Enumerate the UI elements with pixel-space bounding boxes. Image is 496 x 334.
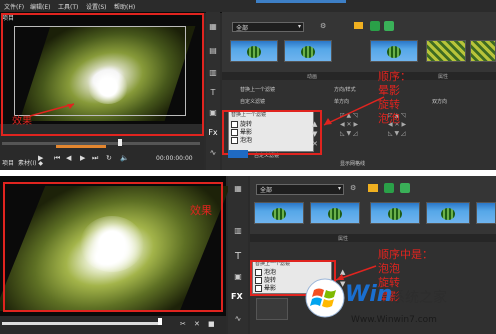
- annotation-arrow-top: [29, 103, 75, 117]
- menu-settings[interactable]: 设置(S): [86, 2, 107, 11]
- top-transport-bar: ▶ ⏮ ◀ ▶ ⏭ ↻ 🔈 00:00:00:00 项目 素材(I) ◆: [0, 136, 204, 170]
- annotation-effect-bottom: 效果: [190, 204, 212, 217]
- bottom-fx-icon[interactable]: FX: [231, 292, 243, 301]
- library-view-icon-2[interactable]: [384, 21, 394, 31]
- bottom-clip-thumb: [256, 298, 288, 320]
- bottom-tabs-row: 属性: [250, 234, 496, 242]
- top-library-panel: 全部 ▾ ⚙: [222, 12, 496, 72]
- bottom-transition-icon[interactable]: ▥: [233, 226, 243, 235]
- menu-edit[interactable]: 编辑(E): [30, 2, 50, 11]
- top-playhead[interactable]: [118, 139, 122, 146]
- top-project-tab[interactable]: 项目: [2, 160, 14, 168]
- bottom-filter-thumb-5[interactable]: [476, 202, 496, 224]
- top-screenshot: 文件(F) 编辑(E) 工具(T) 设置(S) 帮助(H) 项目 效果 ▶ ⏮ …: [0, 0, 496, 170]
- show-grid-option[interactable]: 显示网格线: [340, 160, 365, 167]
- bottom-close-icon[interactable]: ✕: [194, 320, 200, 328]
- graphics-icon[interactable]: ▣: [208, 108, 218, 117]
- bottom-filter-thumb-4[interactable]: [426, 202, 470, 224]
- bottom-transport-bar: ✂ ✕ ■: [0, 316, 226, 334]
- bottom-library-view-icon-2[interactable]: [400, 183, 410, 193]
- top-fx-badge: [228, 150, 248, 158]
- library-folder-icon[interactable]: [354, 22, 363, 29]
- bottom-title-icon[interactable]: T: [233, 252, 243, 262]
- volume-icon[interactable]: 🔈: [120, 154, 129, 162]
- library-add-icon[interactable]: ⚙: [320, 22, 330, 30]
- bottom-tool-strip: ▦ ▥ T ▣ FX ∿: [228, 176, 248, 334]
- bottom-filter-thumb-2[interactable]: [310, 202, 360, 224]
- menu-help[interactable]: 帮助(H): [114, 2, 135, 11]
- forward-icon[interactable]: ▶: [80, 154, 85, 162]
- top-clip-tab[interactable]: 素材(I) ◆: [18, 160, 43, 168]
- path-icon[interactable]: ∿: [208, 148, 218, 157]
- top-library-dropdown[interactable]: 全部 ▾: [232, 22, 304, 32]
- tab-attributes[interactable]: 属性: [438, 73, 448, 80]
- filter-thumb-1[interactable]: [230, 40, 278, 62]
- bottom-path-icon[interactable]: ∿: [233, 314, 243, 323]
- filter-thumb-4[interactable]: [426, 40, 466, 62]
- library-view-icon-1[interactable]: [370, 21, 380, 31]
- bottom-cut-icon[interactable]: ✂: [180, 320, 186, 328]
- filter-fx-icon[interactable]: Fx: [208, 128, 218, 137]
- bottom-playhead[interactable]: [158, 318, 162, 325]
- menu-file[interactable]: 文件(F): [4, 2, 24, 11]
- bottom-library-folder-icon[interactable]: [368, 184, 378, 192]
- top-tool-strip: ▦ ▤ ▥ T ▣ Fx ∿: [206, 12, 220, 170]
- bottom-graphics-icon[interactable]: ▣: [233, 272, 243, 281]
- direction-label: 方向/样式: [334, 87, 356, 93]
- custom-filter-label[interactable]: 自定义滤镜: [240, 98, 265, 105]
- instant-project-icon[interactable]: ▤: [208, 46, 218, 55]
- menu-tools[interactable]: 工具(T): [58, 2, 78, 11]
- watermark-brand: Win: [345, 282, 393, 307]
- bottom-scrub-track[interactable]: [2, 322, 162, 325]
- bottom-filter-thumb-1[interactable]: [254, 202, 304, 224]
- filter-thumb-2[interactable]: [284, 40, 332, 62]
- watermark-url: Www.Winwin7.com: [351, 315, 437, 325]
- windows-logo-icon: [305, 278, 345, 318]
- top-tabs-row: 动画 属性: [222, 72, 496, 80]
- bottom-library-view-icon-1[interactable]: [384, 183, 394, 193]
- rewind-icon[interactable]: ◀: [66, 154, 71, 162]
- bottom-library-add-icon[interactable]: ⚙: [350, 184, 356, 192]
- prev-icon[interactable]: ⏮: [54, 154, 60, 162]
- top-order-annotation: 顺序： 晕影 旋转 泡泡: [378, 70, 411, 125]
- top-list-highlight-box: [222, 110, 322, 155]
- filter-thumb-3[interactable]: [370, 40, 418, 62]
- tab-animation[interactable]: 动画: [307, 73, 317, 80]
- bottom-filter-thumb-3[interactable]: [370, 202, 420, 224]
- filter-thumb-5[interactable]: [470, 40, 496, 62]
- title-icon[interactable]: T: [208, 88, 218, 97]
- timecode-readout: 00:00:00:00: [156, 155, 193, 162]
- replace-last-filter-label[interactable]: 替换上一个滤镜: [240, 86, 275, 93]
- top-scrub-range: [56, 145, 106, 148]
- media-icon[interactable]: ▦: [208, 22, 218, 31]
- menubar-highlight: [256, 0, 346, 3]
- bottom-tab-attributes[interactable]: 属性: [338, 235, 348, 242]
- transition-icon[interactable]: ▥: [208, 68, 218, 77]
- bottom-library-dropdown[interactable]: 全部 ▾: [256, 184, 344, 195]
- watermark-suffix: 系统之家: [391, 290, 447, 306]
- bottom-media-icon[interactable]: ▦: [233, 184, 243, 193]
- repeat-icon[interactable]: ↻: [106, 154, 112, 162]
- bottom-library-panel: 全部 ▾ ⚙: [250, 176, 496, 234]
- bottom-stop-icon[interactable]: ■: [208, 320, 215, 328]
- next-icon[interactable]: ⏭: [92, 154, 98, 162]
- bidirection-option[interactable]: 双方向: [432, 98, 447, 105]
- watermark: Win 系统之家 Www.Winwin7.com: [305, 270, 495, 334]
